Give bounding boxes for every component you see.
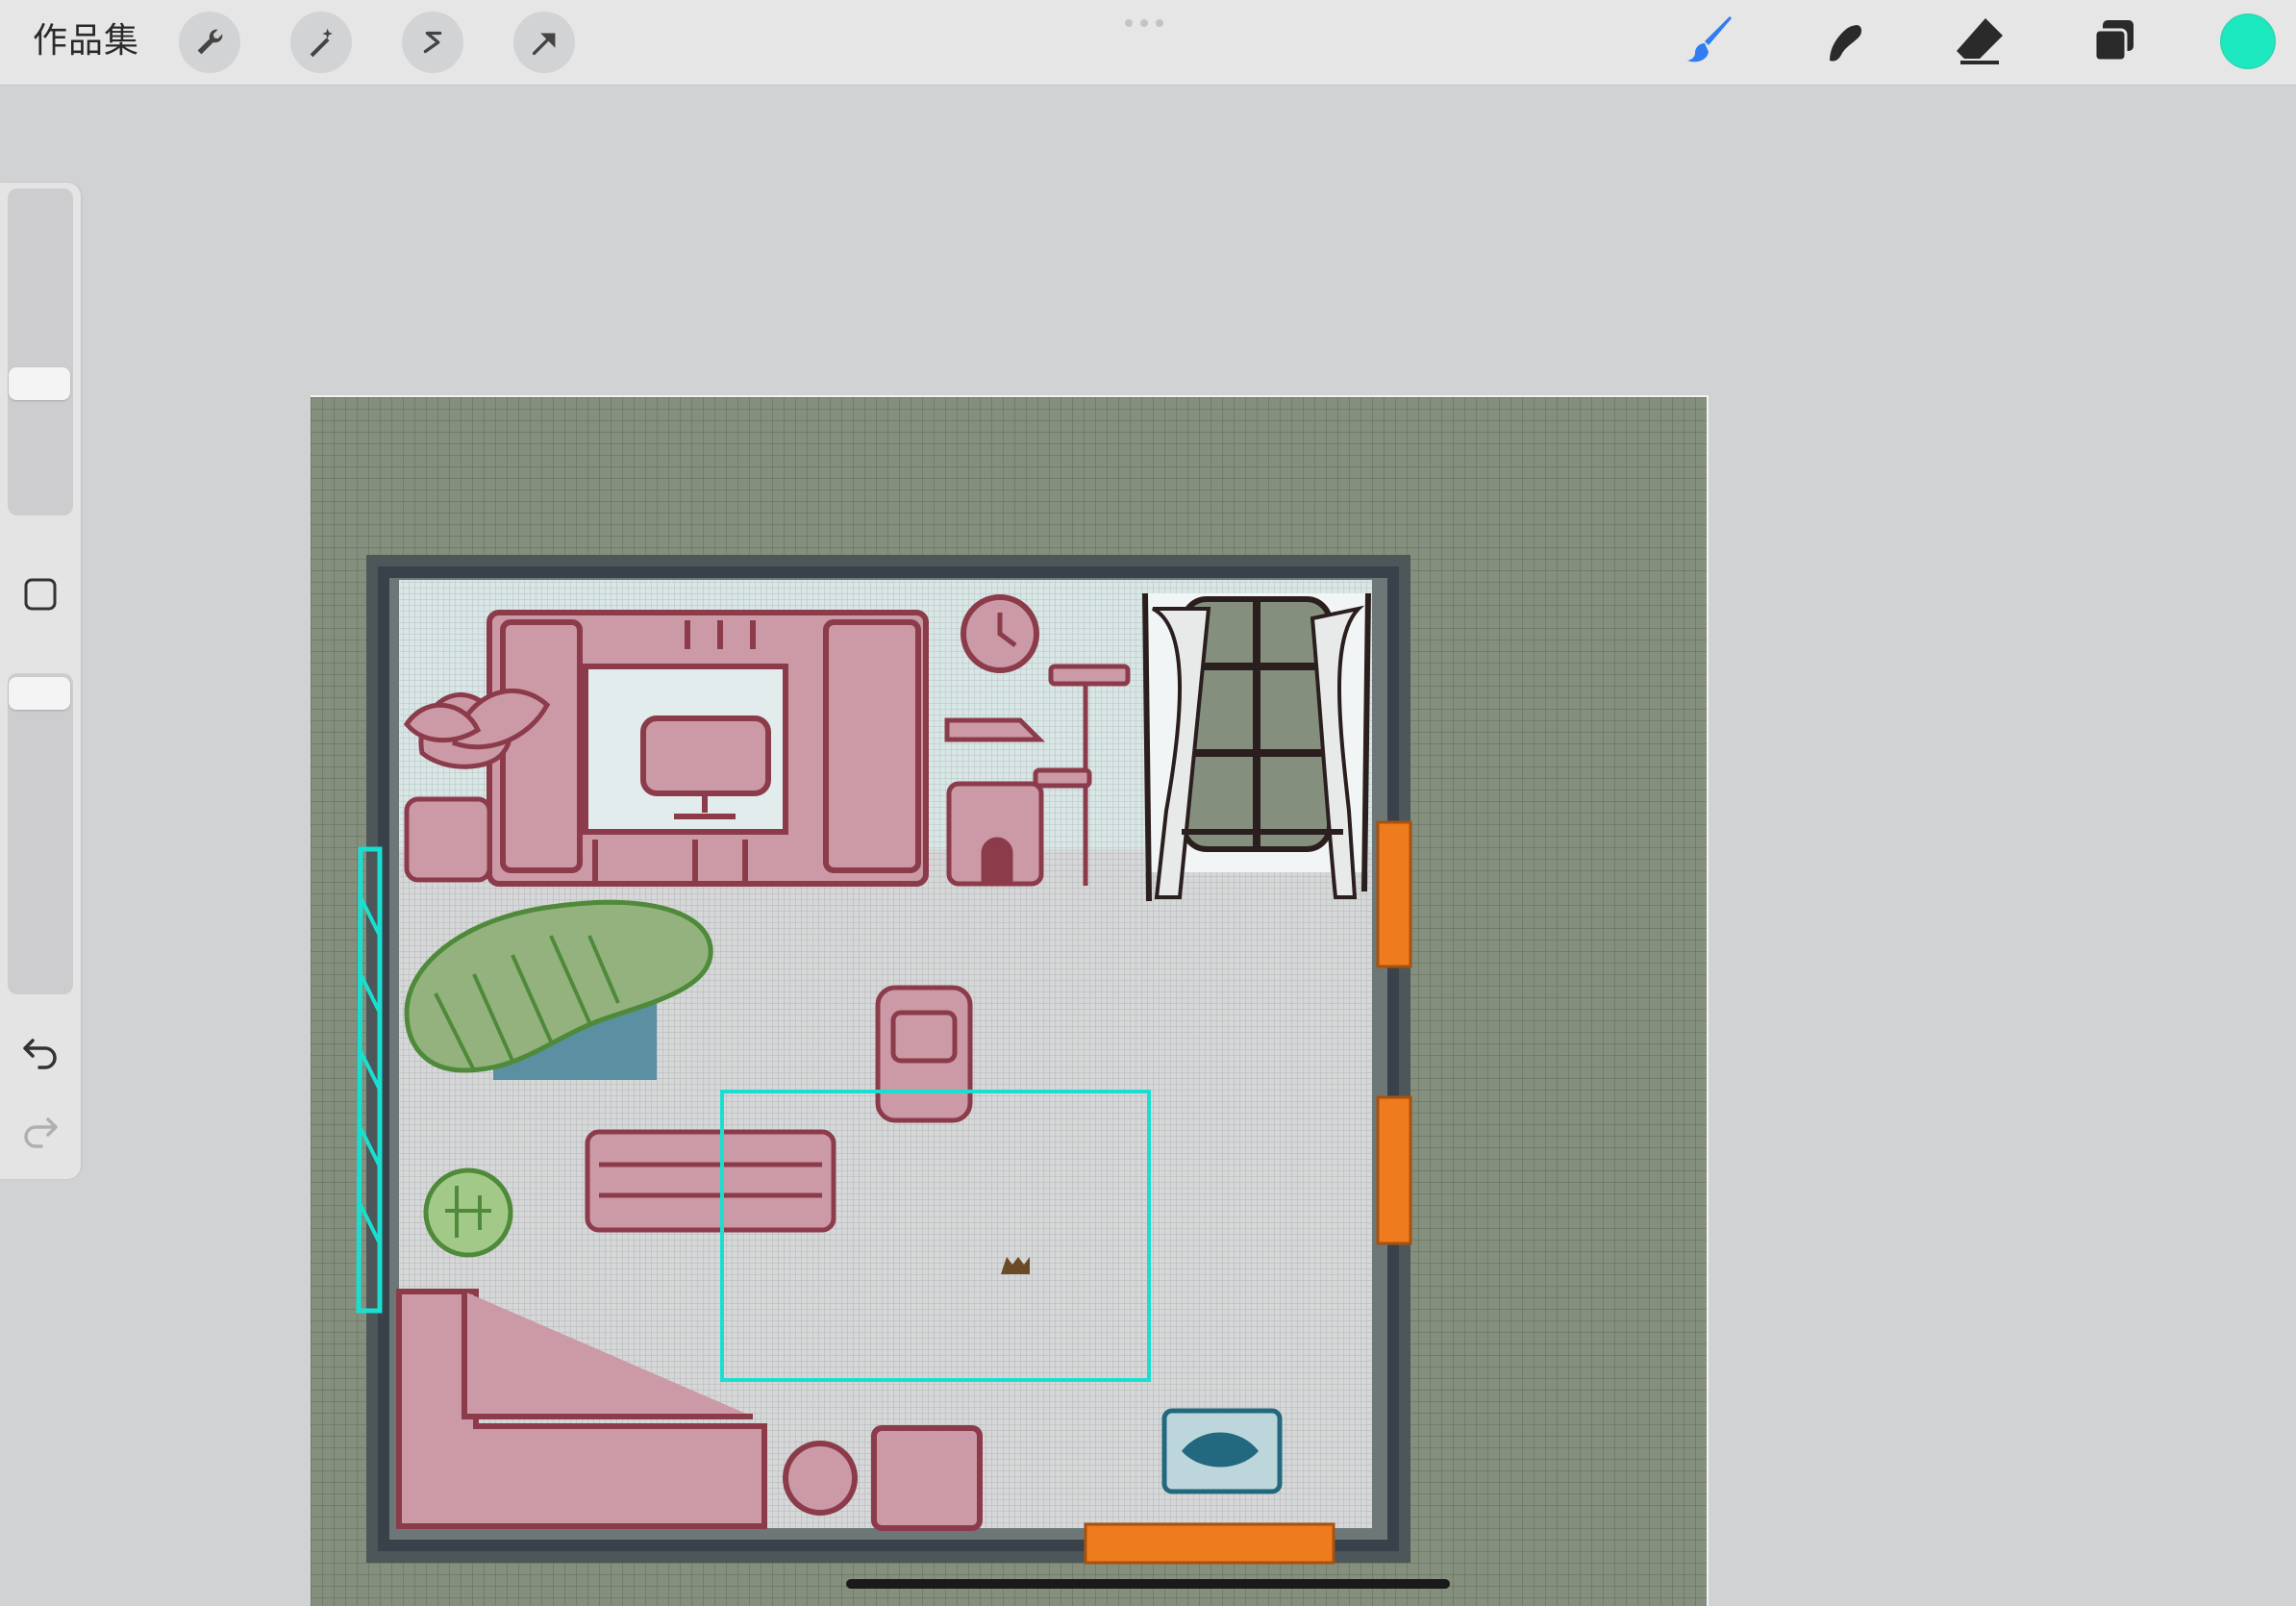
undo-icon[interactable]: [19, 1029, 62, 1071]
shelving-unit: [487, 610, 929, 887]
opacity-slider[interactable]: [8, 673, 73, 994]
left-sidebar: [0, 183, 81, 1179]
gallery-button[interactable]: 作品集: [33, 17, 139, 65]
eraser-icon: [1957, 18, 2003, 64]
brush-icon: [1687, 16, 1732, 63]
wrench-icon: [197, 29, 223, 55]
opacity-slider-thumb[interactable]: [9, 677, 70, 710]
brush-tool-button[interactable]: [1679, 10, 1742, 73]
modify-square-icon[interactable]: [21, 575, 60, 614]
smudge-icon: [1830, 25, 1861, 62]
color-picker-button[interactable]: [2220, 13, 2276, 69]
selection-s-icon: [423, 31, 442, 54]
redo-icon[interactable]: [19, 1108, 62, 1150]
orange-marker-mid: [1376, 1095, 1412, 1245]
orange-marker-bottom: [1084, 1522, 1335, 1565]
smudge-tool-button[interactable]: [1813, 10, 1877, 73]
window-grabber[interactable]: [1125, 19, 1167, 27]
layers-button[interactable]: [2083, 10, 2146, 73]
selection-button[interactable]: [402, 12, 463, 73]
brush-size-slider-thumb[interactable]: [9, 367, 70, 400]
magic-wand-icon: [310, 28, 333, 58]
adjustments-button[interactable]: [290, 12, 352, 73]
window: [1142, 592, 1371, 902]
coffee-table: [585, 1129, 836, 1233]
brush-size-slider[interactable]: [8, 188, 73, 515]
home-indicator[interactable]: [846, 1579, 1450, 1589]
layers-icon: [2093, 20, 2134, 63]
actions-button[interactable]: [179, 12, 240, 73]
eraser-tool-button[interactable]: [1948, 10, 2011, 73]
pet-bed: [1161, 1408, 1283, 1494]
pixel-art-room: [356, 555, 1412, 1565]
green-bush: [423, 1167, 513, 1258]
armchair: [875, 985, 973, 1123]
wall-clock: [961, 594, 1039, 673]
transform-button[interactable]: [513, 12, 575, 73]
top-toolbar: 作品集: [0, 0, 2296, 86]
orange-marker-top: [1376, 820, 1412, 968]
drawing-canvas[interactable]: [311, 395, 1709, 1606]
transform-arrow-icon: [532, 33, 556, 56]
